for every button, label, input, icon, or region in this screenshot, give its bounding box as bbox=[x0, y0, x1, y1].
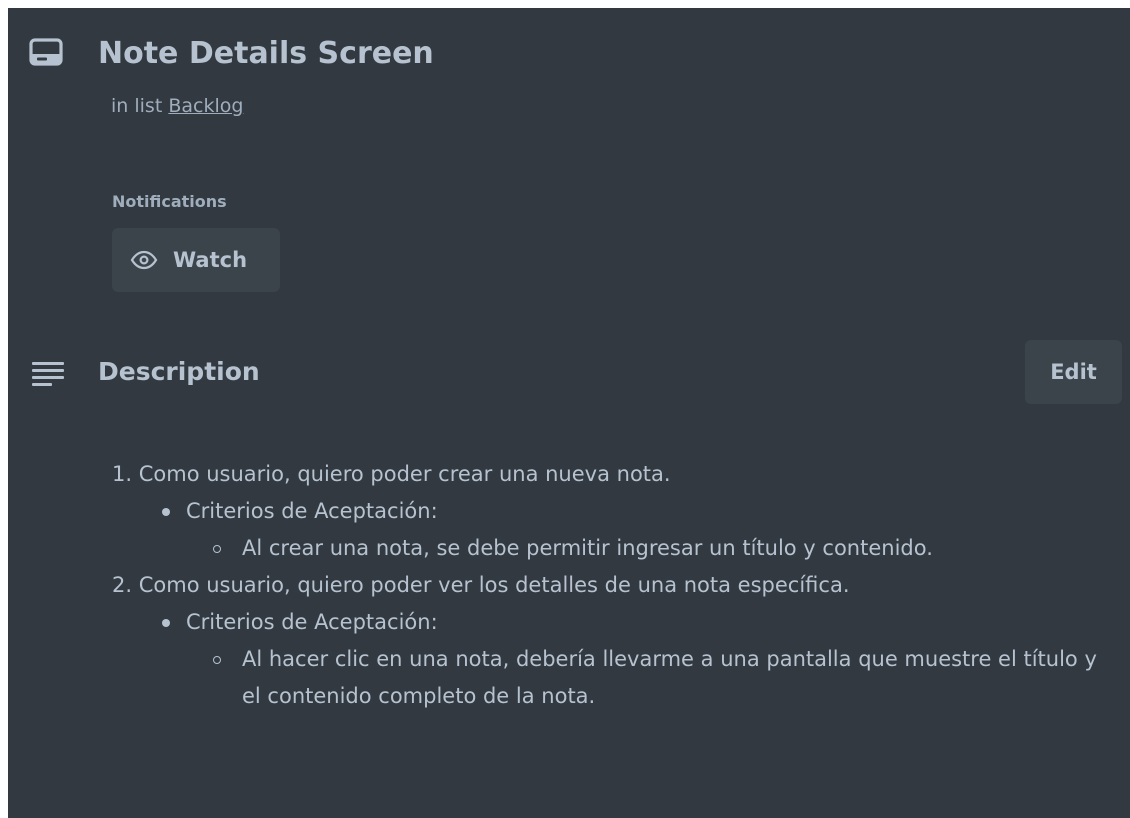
description-lines-icon bbox=[32, 362, 64, 386]
list-item: 2. Como usuario, quiero poder ver los de… bbox=[112, 567, 1122, 715]
criteria-text: Al hacer clic en una nota, debería lleva… bbox=[242, 647, 1097, 708]
criteria-label: Criterios de Aceptación: bbox=[186, 610, 438, 634]
watch-button[interactable]: Watch bbox=[112, 228, 280, 292]
eye-icon bbox=[130, 250, 158, 270]
user-story: 2. Como usuario, quiero poder ver los de… bbox=[112, 567, 1122, 604]
user-story: 1. Como usuario, quiero poder crear una … bbox=[112, 456, 1122, 493]
bullet-icon bbox=[162, 493, 172, 530]
user-story-text: Como usuario, quiero poder crear una nue… bbox=[138, 462, 671, 486]
list-prefix: in list bbox=[111, 95, 163, 117]
user-story-text: Como usuario, quiero poder ver los detal… bbox=[138, 573, 850, 597]
list-link[interactable]: Backlog bbox=[168, 95, 243, 117]
edit-description-button[interactable]: Edit bbox=[1025, 340, 1122, 404]
criteria-item: Al hacer clic en una nota, debería lleva… bbox=[112, 641, 1122, 715]
list-info: in list Backlog bbox=[111, 94, 243, 118]
criteria-heading: Criterios de Aceptación: bbox=[112, 604, 1122, 641]
criteria-heading: Criterios de Aceptación: bbox=[112, 493, 1122, 530]
circle-bullet-icon bbox=[213, 641, 221, 678]
circle-bullet-icon bbox=[213, 530, 221, 567]
criteria-text: Al crear una nota, se debe permitir ingr… bbox=[242, 536, 933, 560]
card-icon bbox=[29, 38, 63, 66]
item-number: 2. bbox=[112, 573, 133, 597]
description-content[interactable]: 1. Como usuario, quiero poder crear una … bbox=[112, 456, 1122, 715]
bullet-icon bbox=[162, 604, 172, 641]
user-story-list: 1. Como usuario, quiero poder crear una … bbox=[112, 456, 1122, 715]
card-title[interactable]: Note Details Screen bbox=[98, 34, 434, 74]
item-number: 1. bbox=[112, 462, 133, 486]
description-title: Description bbox=[98, 357, 260, 386]
watch-label: Watch bbox=[173, 248, 248, 272]
list-item: 1. Como usuario, quiero poder crear una … bbox=[112, 456, 1122, 567]
notifications-label: Notifications bbox=[112, 192, 227, 211]
criteria-item: Al crear una nota, se debe permitir ingr… bbox=[112, 530, 1122, 567]
card-detail-panel: Note Details Screen in list Backlog Noti… bbox=[8, 8, 1130, 818]
criteria-label: Criterios de Aceptación: bbox=[186, 499, 438, 523]
